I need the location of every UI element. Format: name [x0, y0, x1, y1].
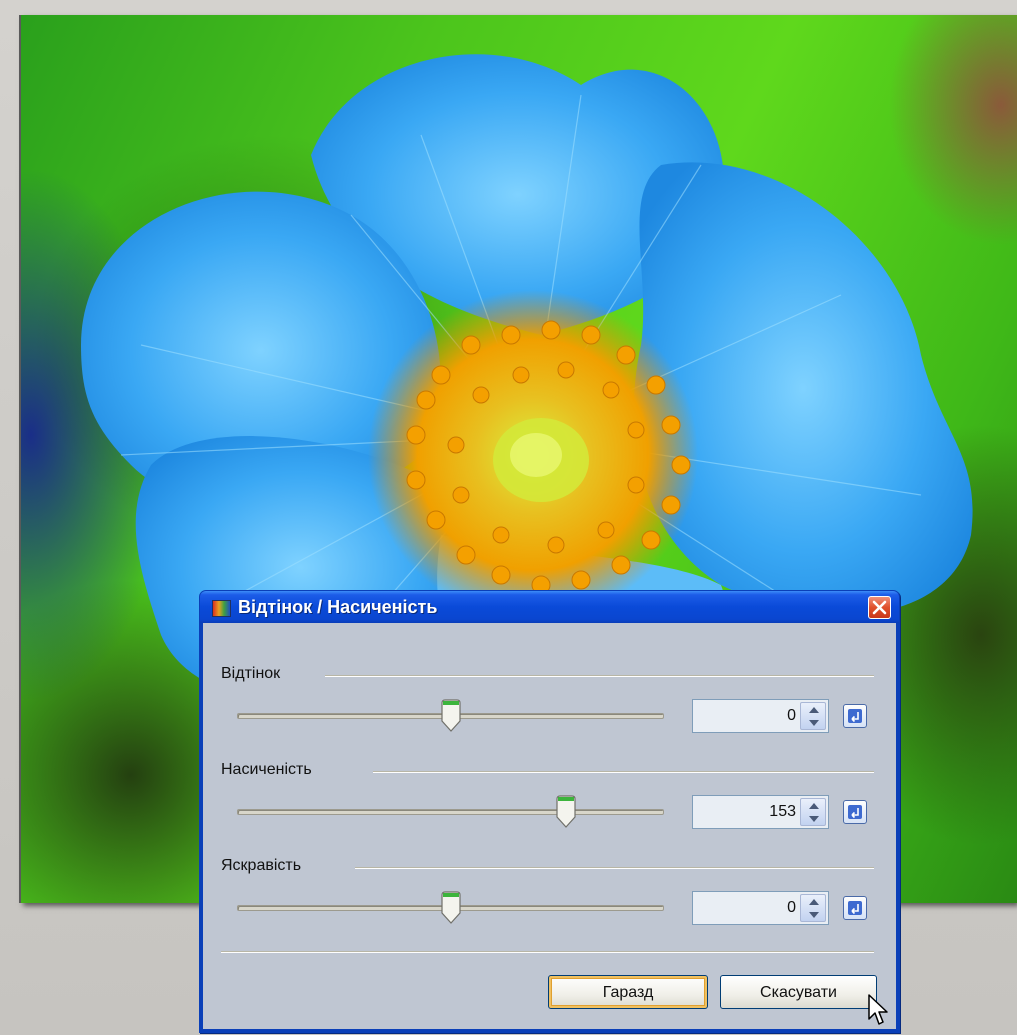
reset-icon — [848, 901, 862, 915]
saturation-slider-track[interactable] — [237, 809, 664, 815]
saturation-slider-thumb[interactable] — [555, 795, 577, 829]
cancel-button[interactable]: Скасувати — [720, 975, 877, 1009]
hue-saturation-icon — [212, 600, 231, 617]
dialog-titlebar[interactable]: Відтінок / Насиченість — [200, 591, 899, 623]
saturation-spin-arrows — [800, 798, 826, 826]
dialog-title: Відтінок / Насиченість — [238, 597, 438, 617]
hue-spin-field[interactable]: 0 — [692, 699, 829, 733]
buttons-divider — [221, 951, 874, 953]
hue-increase-button[interactable] — [801, 703, 825, 716]
brightness-value[interactable]: 0 — [787, 899, 796, 917]
saturation-decrease-button[interactable] — [801, 812, 825, 825]
hue-value[interactable]: 0 — [787, 707, 796, 725]
close-icon — [872, 600, 887, 615]
brightness-label: Яскравість — [221, 857, 302, 874]
ok-button[interactable]: Гаразд — [548, 975, 708, 1009]
chevron-up-icon — [809, 803, 819, 809]
dialog-client: Відтінок 0 Насиченість 153 Яскравість 0 … — [203, 623, 896, 1029]
saturation-label: Насиченість — [221, 761, 312, 778]
hue-group-line — [325, 675, 874, 677]
close-button[interactable] — [868, 596, 891, 619]
reset-icon — [848, 805, 862, 819]
saturation-value[interactable]: 153 — [769, 803, 796, 821]
brightness-decrease-button[interactable] — [801, 908, 825, 921]
hue-reset-button[interactable] — [843, 704, 867, 728]
saturation-reset-button[interactable] — [843, 800, 867, 824]
brightness-reset-button[interactable] — [843, 896, 867, 920]
chevron-down-icon — [809, 816, 819, 822]
saturation-group-line — [373, 771, 874, 773]
reset-icon — [848, 709, 862, 723]
hue-saturation-dialog: Відтінок / Насиченість Відтінок 0 Насиче… — [199, 590, 900, 1033]
hue-decrease-button[interactable] — [801, 716, 825, 729]
hue-label: Відтінок — [221, 665, 281, 682]
hue-slider-thumb[interactable] — [440, 699, 462, 733]
chevron-up-icon — [809, 899, 819, 905]
saturation-increase-button[interactable] — [801, 799, 825, 812]
chevron-down-icon — [809, 912, 819, 918]
chevron-up-icon — [809, 707, 819, 713]
hue-spin-arrows — [800, 702, 826, 730]
saturation-spin-field[interactable]: 153 — [692, 795, 829, 829]
chevron-down-icon — [809, 720, 819, 726]
brightness-increase-button[interactable] — [801, 895, 825, 908]
brightness-spin-field[interactable]: 0 — [692, 891, 829, 925]
brightness-slider-thumb[interactable] — [440, 891, 462, 925]
brightness-group-line — [355, 867, 874, 869]
brightness-spin-arrows — [800, 894, 826, 922]
mouse-pointer-icon — [868, 994, 888, 1025]
